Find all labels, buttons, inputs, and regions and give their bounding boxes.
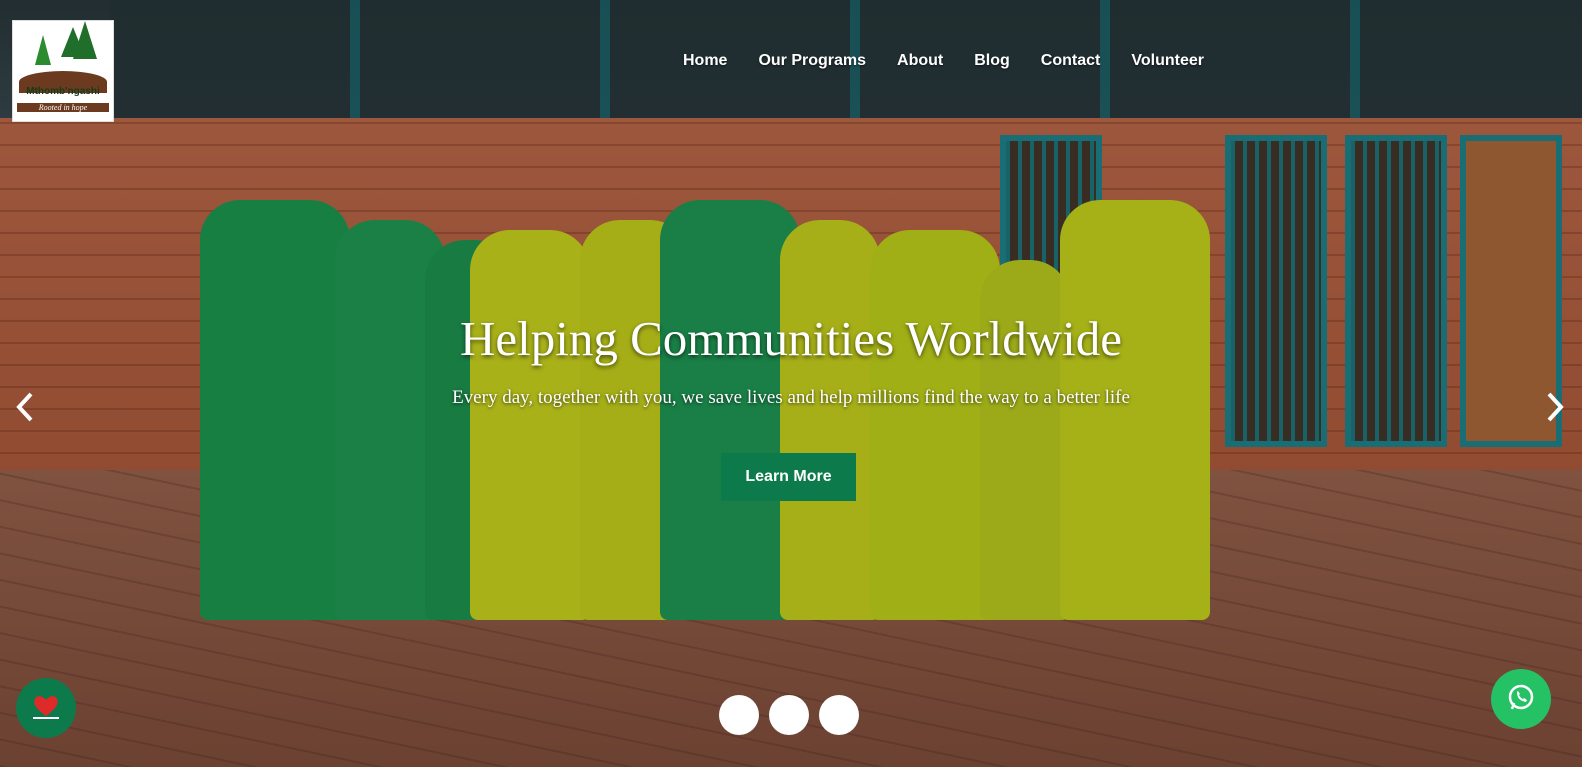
- palm-icon: [35, 35, 51, 65]
- hero-title: Helping Communities Worldwide: [459, 311, 1123, 366]
- logo-name: Mthomb'ngashi: [26, 86, 100, 97]
- heart-icon: [31, 692, 61, 725]
- logo-tagline: Rooted in hope: [17, 103, 109, 112]
- hero-subtitle: Every day, together with you, we save li…: [452, 387, 1130, 408]
- donate-button[interactable]: [16, 678, 76, 738]
- nav-about[interactable]: About: [897, 52, 943, 70]
- tree-icon: [73, 21, 97, 59]
- main-nav: Home Our Programs About Blog Contact Vol…: [683, 52, 1235, 70]
- slide-indicators: [719, 695, 859, 735]
- nav-home[interactable]: Home: [683, 52, 727, 70]
- slide-indicator-3[interactable]: [819, 695, 859, 735]
- nav-blog[interactable]: Blog: [974, 52, 1010, 70]
- whatsapp-icon: [1506, 682, 1536, 717]
- hero-caption: Helping Communities Worldwide Every day,…: [0, 310, 1582, 409]
- site-logo[interactable]: Mthomb'ngashi Rooted in hope: [12, 20, 114, 122]
- chevron-left-icon[interactable]: [14, 390, 36, 433]
- nav-volunteer[interactable]: Volunteer: [1131, 52, 1204, 70]
- whatsapp-button[interactable]: [1491, 669, 1551, 729]
- slide-indicator-2[interactable]: [769, 695, 809, 735]
- hero-slider: Mthomb'ngashi Rooted in hope Home Our Pr…: [0, 0, 1582, 767]
- learn-more-button[interactable]: Learn More: [721, 453, 856, 501]
- chevron-right-icon[interactable]: [1544, 390, 1566, 433]
- nav-our-programs[interactable]: Our Programs: [758, 52, 866, 70]
- slide-indicator-1[interactable]: [719, 695, 759, 735]
- nav-contact[interactable]: Contact: [1041, 52, 1101, 70]
